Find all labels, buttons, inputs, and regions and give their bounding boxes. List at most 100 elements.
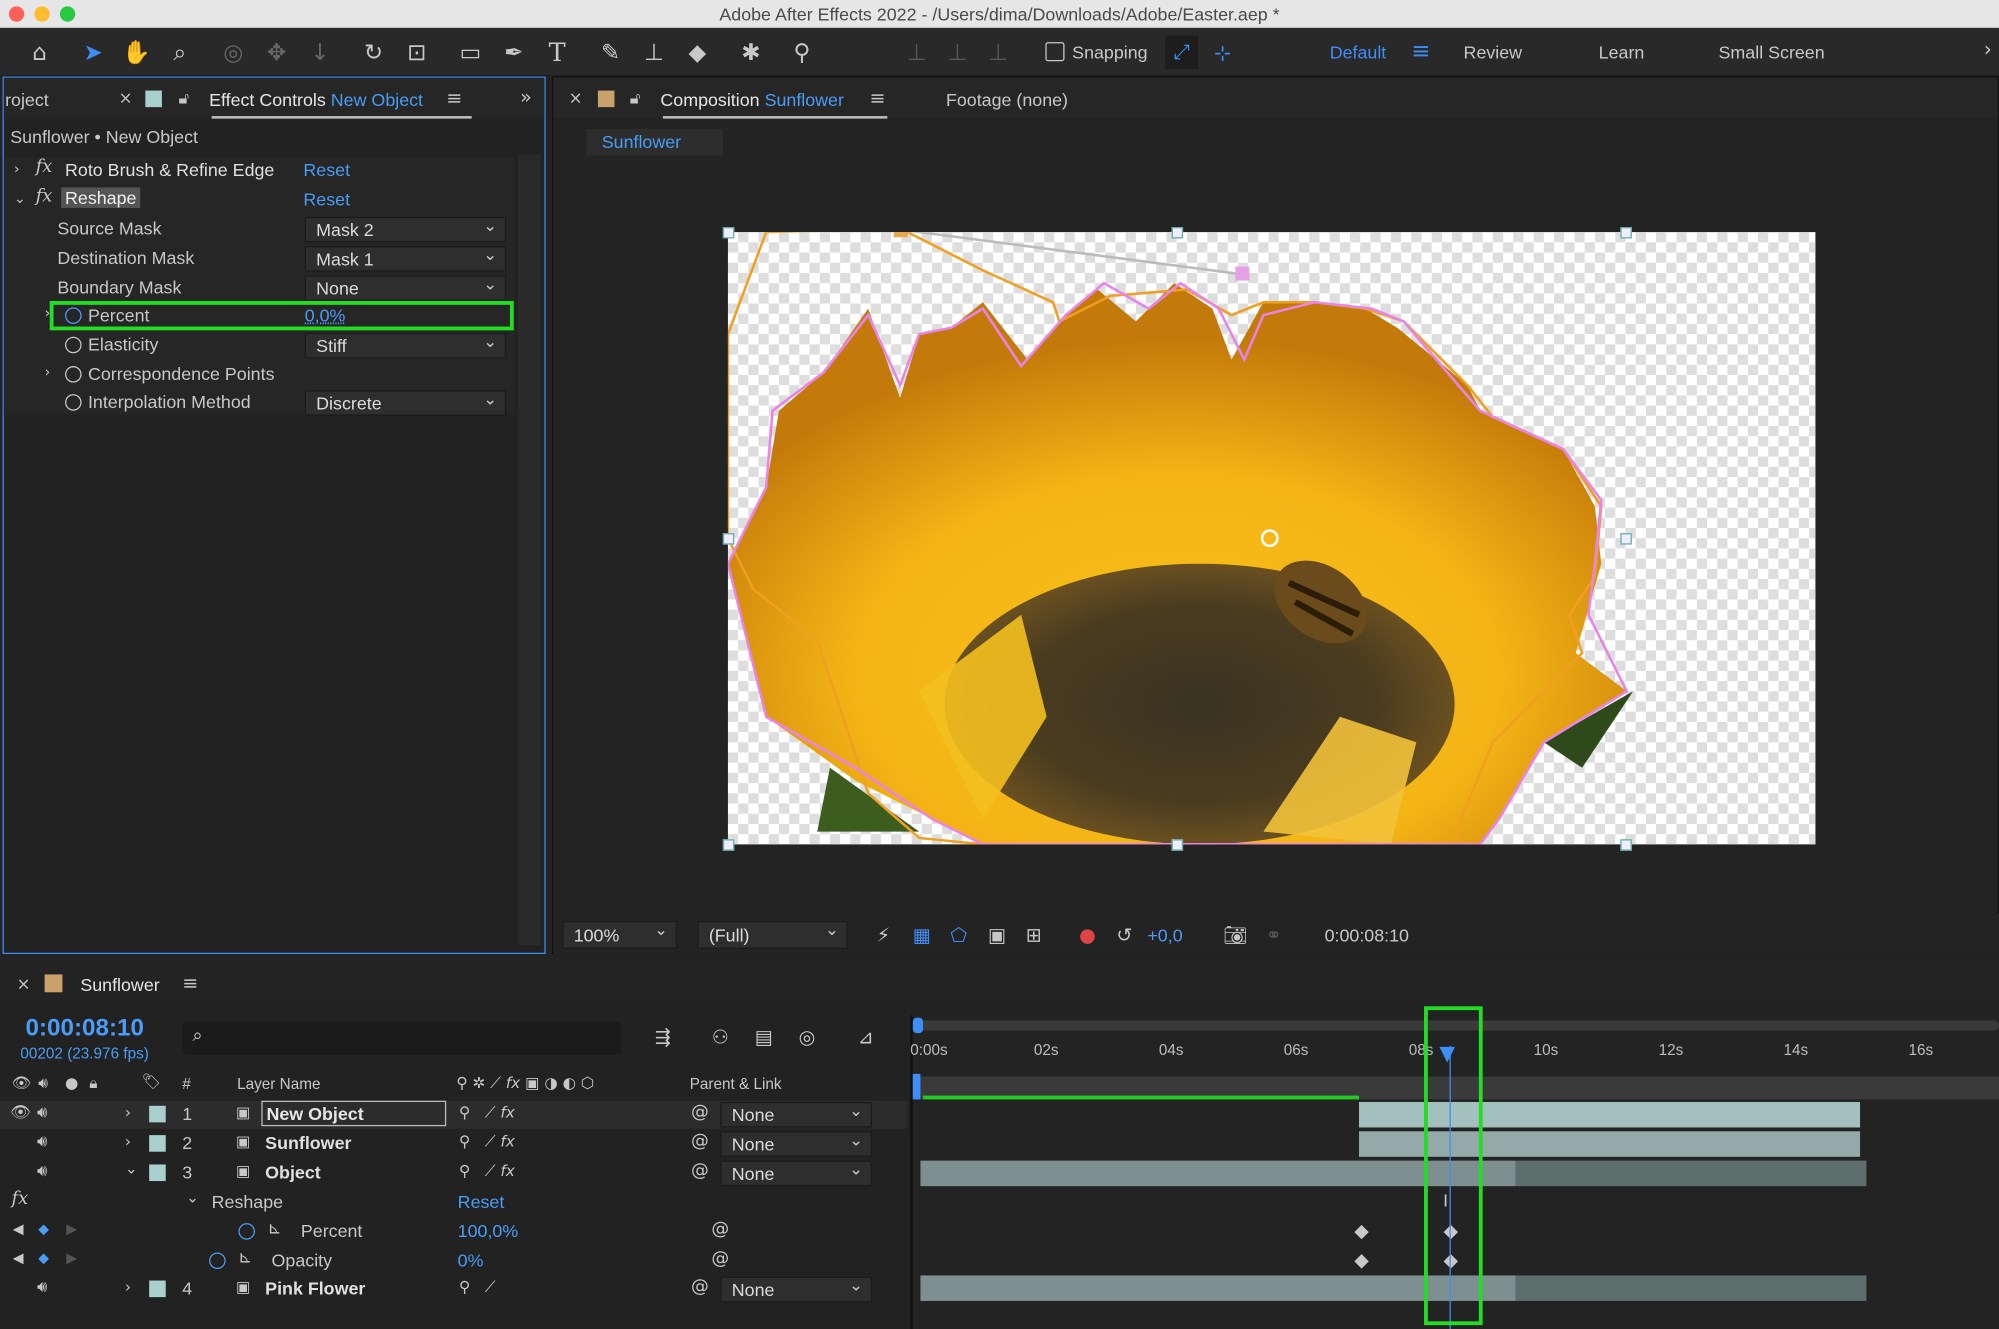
layer-name[interactable]: Sunflower bbox=[265, 1133, 351, 1153]
layer-name[interactable]: Pink Flower bbox=[265, 1278, 365, 1298]
layer-name-header[interactable]: Layer Name bbox=[237, 1075, 320, 1093]
layer-row-3[interactable]: 🔊︎ ⌄ 3 ▣ Object ⚲ ⟋ fx @ None ⌄ bbox=[0, 1159, 908, 1187]
workspace-menu-icon[interactable]: ≡ bbox=[1411, 38, 1430, 65]
mask-vertex-handle[interactable] bbox=[1235, 266, 1250, 281]
pickwhip-icon[interactable]: @ bbox=[711, 1249, 729, 1269]
graph-icon[interactable]: ⊾ bbox=[268, 1219, 282, 1238]
label-color-icon[interactable] bbox=[149, 1135, 166, 1152]
transform-handle[interactable] bbox=[722, 839, 735, 851]
show-snapshot-icon[interactable]: ⚭ bbox=[1257, 918, 1290, 951]
zoom-dropdown[interactable]: 100% ⌄ bbox=[562, 920, 677, 949]
type-tool-icon[interactable]: T bbox=[541, 36, 574, 69]
pickwhip-icon[interactable]: @ bbox=[691, 1161, 709, 1181]
stopwatch-icon[interactable] bbox=[65, 307, 82, 324]
audio-icon[interactable]: 🔊︎ bbox=[37, 1133, 47, 1152]
snapshot-icon[interactable]: 📷︎ bbox=[1219, 918, 1252, 951]
fx-icon[interactable]: fx bbox=[36, 186, 53, 206]
transform-handle[interactable] bbox=[1620, 839, 1632, 851]
interpolation-dropdown[interactable]: Discrete ⌄ bbox=[304, 390, 507, 416]
label-color-icon[interactable] bbox=[149, 1105, 166, 1123]
prop-value[interactable]: 0% bbox=[458, 1250, 484, 1270]
work-area-start[interactable] bbox=[912, 1073, 921, 1100]
navigator-start-handle[interactable] bbox=[912, 1017, 924, 1034]
region-of-interest-icon[interactable]: ▣ bbox=[980, 918, 1013, 951]
footage-tab[interactable]: Footage (none) bbox=[946, 89, 1068, 109]
frame-blending-icon[interactable]: ▤ bbox=[747, 1020, 780, 1053]
reset-button[interactable]: Reset bbox=[458, 1191, 505, 1211]
channels-icon[interactable]: ● bbox=[1071, 918, 1104, 951]
prop-value[interactable]: 100,0% bbox=[458, 1221, 519, 1241]
view-axis-icon[interactable]: ⊥ bbox=[982, 36, 1015, 69]
keyframe-marker[interactable] bbox=[1354, 1254, 1369, 1269]
chevron-right-icon[interactable]: › bbox=[45, 363, 51, 380]
stopwatch-icon[interactable] bbox=[238, 1223, 255, 1240]
effect-roto-brush[interactable]: › fx Roto Brush & Refine Edge Reset bbox=[10, 157, 515, 185]
lock-switch-icon[interactable]: 🔒︎ bbox=[89, 1074, 97, 1093]
video-switch-icon[interactable]: 👁︎ bbox=[11, 1074, 30, 1092]
rotation-tool-icon[interactable]: ↻ bbox=[357, 36, 390, 69]
workspace-learn[interactable]: Learn bbox=[1599, 42, 1645, 62]
vertical-scrollbar[interactable] bbox=[517, 154, 541, 946]
reset-exposure-icon[interactable]: ↺ bbox=[1108, 918, 1141, 951]
keyframe-marker[interactable] bbox=[1354, 1224, 1369, 1240]
transform-handle[interactable] bbox=[722, 227, 735, 239]
layer-switches-icon[interactable]: ⚲ ⟋ fx bbox=[459, 1133, 515, 1152]
parent-dropdown[interactable]: None ⌄ bbox=[720, 1131, 873, 1157]
chevron-right-icon[interactable]: › bbox=[125, 1278, 131, 1296]
parent-dropdown[interactable]: None ⌄ bbox=[720, 1276, 873, 1303]
destination-mask-dropdown[interactable]: Mask 1 ⌄ bbox=[304, 246, 507, 272]
timeline-track-area[interactable]: 0:00s 02s 04s 06s 08s 10s 12s 14s 16s I … bbox=[910, 1006, 1999, 1329]
effect-reshape[interactable]: ⌄ fx Reshape Reset bbox=[10, 186, 515, 214]
boundary-mask-dropdown[interactable]: None ⌄ bbox=[304, 275, 507, 302]
fx-icon[interactable]: fx bbox=[11, 1189, 28, 1209]
project-tab[interactable]: roject bbox=[5, 89, 49, 109]
layer-switches-icon[interactable]: ⚲ ⟋ fx bbox=[459, 1162, 515, 1181]
roto-brush-tool-icon[interactable]: ✱ bbox=[734, 36, 767, 69]
sunflower-subtab[interactable]: Sunflower bbox=[586, 128, 723, 156]
next-keyframe-icon[interactable]: ▶ bbox=[66, 1250, 77, 1267]
expand-panels-icon[interactable]: » bbox=[520, 85, 532, 108]
snap-edges-icon[interactable]: ⤢ bbox=[1165, 35, 1199, 69]
label-color-icon[interactable] bbox=[149, 1280, 166, 1298]
layer-switches-icon[interactable]: ⚲ ⟋ fx bbox=[459, 1103, 515, 1122]
add-keyframe-icon[interactable]: ◆ bbox=[38, 1250, 49, 1267]
sub-effect-row[interactable]: fx ⌄ Reshape Reset bbox=[0, 1189, 908, 1217]
chevron-right-icon[interactable]: › bbox=[45, 305, 51, 322]
reset-button[interactable]: Reset bbox=[303, 189, 350, 209]
transform-handle[interactable] bbox=[1620, 533, 1632, 545]
chevron-right-icon[interactable]: › bbox=[14, 161, 20, 178]
close-tab-icon[interactable]: × bbox=[119, 89, 133, 108]
layer-switches-icon[interactable]: ⚲ ⟋ bbox=[459, 1278, 496, 1297]
composition-viewer[interactable] bbox=[722, 227, 1816, 851]
local-axis-icon[interactable]: ⊥ bbox=[900, 36, 933, 69]
mask-visibility-icon[interactable]: ⬠ bbox=[942, 918, 975, 951]
current-time[interactable]: 0:00:08:10 bbox=[25, 1015, 144, 1043]
search-input[interactable]: ⌕ bbox=[182, 1021, 621, 1055]
percent-value[interactable]: 0,0% bbox=[305, 305, 346, 325]
stopwatch-icon[interactable] bbox=[65, 366, 82, 383]
transform-handle[interactable] bbox=[722, 533, 735, 545]
chevron-down-icon[interactable]: ⌄ bbox=[14, 190, 26, 207]
clone-stamp-tool-icon[interactable]: ⊥ bbox=[637, 36, 670, 69]
brush-tool-icon[interactable]: ✎ bbox=[594, 36, 627, 69]
layer-name[interactable]: Object bbox=[265, 1162, 321, 1182]
transform-handle[interactable] bbox=[1171, 227, 1184, 239]
track-pink-flower-tail[interactable] bbox=[1515, 1275, 1867, 1301]
chevron-right-icon[interactable]: › bbox=[125, 1133, 131, 1151]
puppet-pin-tool-icon[interactable]: ⚲ bbox=[785, 36, 818, 69]
stopwatch-icon[interactable] bbox=[65, 394, 82, 411]
lock-icon[interactable]: 🔓︎ bbox=[630, 89, 641, 108]
more-workspaces-icon[interactable]: › bbox=[1984, 37, 1992, 61]
pan-behind-tool-icon[interactable]: ⊡ bbox=[400, 36, 433, 69]
opacity-prop-row[interactable]: ◀ ◆ ▶ ⊾ Opacity 0% @ bbox=[0, 1247, 908, 1275]
dolly-camera-icon[interactable]: ↓ bbox=[303, 36, 336, 69]
eye-icon[interactable]: 👁︎ bbox=[10, 1103, 31, 1122]
audio-icon[interactable]: 🔊︎ bbox=[37, 1162, 47, 1181]
pen-tool-icon[interactable]: ✒ bbox=[497, 36, 530, 69]
orbit-camera-icon[interactable]: ◎ bbox=[217, 36, 250, 69]
percent-prop-row[interactable]: ◀ ◆ ▶ ⊾ Percent 100,0% @ bbox=[0, 1218, 908, 1246]
hand-tool-icon[interactable]: ✋ bbox=[120, 36, 153, 69]
layer-row-1[interactable]: 👁︎ 🔊︎ › 1 ▣ New Object ⚲ ⟋ fx @ None ⌄ bbox=[0, 1100, 908, 1129]
chevron-down-icon[interactable]: ⌄ bbox=[125, 1159, 138, 1177]
panel-menu-icon[interactable]: ≡ bbox=[869, 87, 885, 110]
